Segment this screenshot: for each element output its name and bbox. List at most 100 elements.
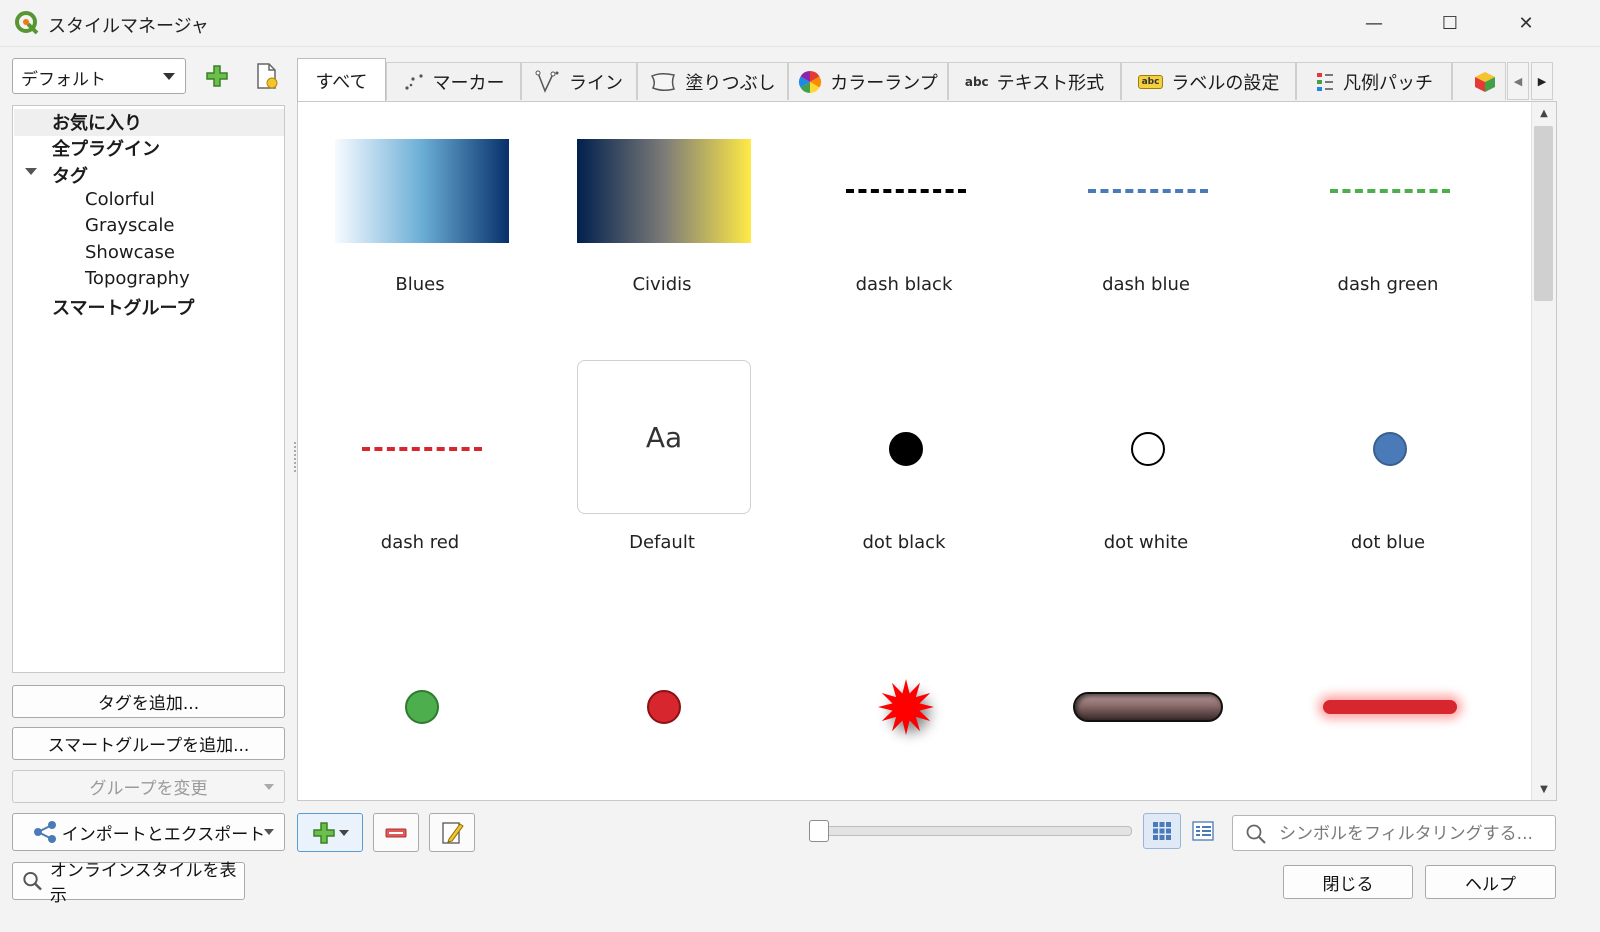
symbol-label: dash red <box>380 532 460 553</box>
symbol-item-effect-emboss[interactable]: effect emboss <box>1025 618 1267 801</box>
import-export-label: インポートとエクスポート <box>61 824 266 845</box>
icon-size-slider-track[interactable] <box>812 826 1132 836</box>
tab-all-label: すべて <box>315 71 368 93</box>
new-smart-group-icon[interactable] <box>254 62 280 90</box>
symbol-item-dot-red[interactable]: dot red <box>541 618 783 800</box>
chevron-down-icon <box>339 829 349 836</box>
add-group-icon[interactable] <box>204 63 230 89</box>
dash-line-swatch <box>1330 189 1450 193</box>
symbol-item-dot-blue[interactable]: dot blue <box>1267 360 1509 618</box>
tab-fill[interactable]: 塗りつぶし <box>637 62 788 100</box>
group-select[interactable]: デフォルト <box>12 58 186 94</box>
scrollbar-thumb[interactable] <box>1534 126 1553 301</box>
scroll-up-button[interactable]: ▲ <box>1532 102 1556 124</box>
dot-swatch <box>405 690 439 724</box>
symbol-label: Cividis <box>632 274 692 295</box>
modify-group-button[interactable]: グループを変更 <box>12 770 285 803</box>
chevron-down-icon <box>264 784 274 790</box>
symbol-label: effect neon <box>1267 800 1509 801</box>
list-view-toggle[interactable] <box>1185 813 1221 849</box>
symbol-preview <box>577 139 751 243</box>
symbol-preview <box>819 397 993 501</box>
list-view-icon <box>1192 821 1214 841</box>
import-export-button[interactable]: インポートとエクスポート <box>12 813 285 851</box>
dot-swatch <box>1373 432 1407 466</box>
vertical-scrollbar[interactable]: ▲ ▼ <box>1531 102 1556 800</box>
add-tag-label: タグを追加... <box>97 694 200 714</box>
symbol-type-tabs: すべて マーカー ライン 塗りつぶし カラーランプ abc テキスト形式 abc… <box>297 58 1557 102</box>
dash-line-swatch <box>1088 189 1208 193</box>
tree-item-tag-showcase[interactable]: Showcase <box>85 242 175 263</box>
tab-all[interactable]: すべて <box>297 58 386 102</box>
symbol-filter-input[interactable] <box>1277 822 1551 846</box>
tab-color-ramp[interactable]: カラーランプ <box>788 62 948 100</box>
tab-scroll-right-button[interactable]: ▶ <box>1531 62 1553 100</box>
symbol-label: dash green <box>1337 274 1439 295</box>
text-sample: Aa <box>645 420 683 454</box>
symbol-item-cividis[interactable]: Cividis <box>541 102 783 360</box>
symbol-preview <box>1061 397 1235 501</box>
symbol-item-dot-white[interactable]: dot white <box>1025 360 1267 618</box>
symbol-item-default[interactable]: Aa Default <box>541 360 783 618</box>
scroll-down-button[interactable]: ▼ <box>1532 778 1556 800</box>
tree-item-tag-grayscale[interactable]: Grayscale <box>85 215 174 236</box>
grid-view-icon <box>1153 822 1171 840</box>
symbol-preview <box>1303 139 1477 243</box>
tree-item-favorites[interactable]: お気に入り <box>52 109 142 135</box>
symbol-item-dot-green[interactable]: dot green <box>299 618 541 801</box>
window-title: スタイルマネージャ <box>48 16 209 37</box>
icon-view-toggle[interactable] <box>1143 813 1181 849</box>
symbol-item-dash-blue[interactable]: dash blue <box>1025 102 1267 360</box>
chevron-down-icon <box>264 829 274 835</box>
symbol-preview <box>819 655 993 759</box>
close-button[interactable]: 閉じる <box>1283 865 1413 899</box>
close-window-button[interactable]: ✕ <box>1498 0 1554 46</box>
symbol-item-dash-green[interactable]: dash green <box>1267 102 1509 360</box>
symbol-label: Default <box>629 532 695 553</box>
tree-item-tag-topography[interactable]: Topography <box>85 268 190 289</box>
symbol-item-dash-black[interactable]: dash black <box>783 102 1025 360</box>
symbol-label: effect drop shadow <box>783 800 1025 801</box>
expand-arrow-icon[interactable] <box>25 168 37 176</box>
add-tag-button[interactable]: タグを追加... <box>12 685 285 718</box>
dash-line-swatch <box>362 447 482 451</box>
tree-item-tags[interactable]: タグ <box>52 162 88 188</box>
edit-symbol-button[interactable] <box>429 813 475 852</box>
browse-online-styles-button[interactable]: オンラインスタイルを表示 <box>12 861 245 906</box>
tab-legend-patch[interactable]: 凡例パッチ <box>1296 62 1452 100</box>
tree-item-tag-colorful[interactable]: Colorful <box>85 189 155 210</box>
symbol-item-dash-red[interactable]: dash red <box>299 360 541 618</box>
tab-text-format[interactable]: abc テキスト形式 <box>948 62 1121 100</box>
symbol-filter-search <box>1232 815 1556 851</box>
tab-scroll-left-button[interactable]: ◀ <box>1507 62 1529 100</box>
remove-symbol-button[interactable] <box>373 813 419 852</box>
tree-item-all-plugins[interactable]: 全プラグイン <box>52 135 160 161</box>
help-button[interactable]: ヘルプ <box>1425 865 1556 899</box>
symbol-item-dot-black[interactable]: dot black <box>783 360 1025 618</box>
minimize-button[interactable]: — <box>1346 0 1402 46</box>
icon-size-slider-handle[interactable] <box>809 820 829 842</box>
symbol-label: dot black <box>862 532 946 553</box>
abc-text-icon: abc <box>964 74 989 89</box>
tab-line[interactable]: ライン <box>521 62 637 100</box>
tab-3d-symbol[interactable] <box>1452 62 1506 100</box>
symbol-item-effect-drop-shadow[interactable]: effect drop shadow <box>783 618 1025 801</box>
maximize-button[interactable]: ☐ <box>1422 0 1478 46</box>
symbol-label: effect emboss <box>1025 800 1267 801</box>
edit-icon <box>442 821 464 844</box>
tab-label-settings[interactable]: abc ラベルの設定 <box>1121 62 1296 100</box>
symbol-label: dash black <box>855 274 953 295</box>
tree-item-smart-groups[interactable]: スマートグループ <box>52 294 194 320</box>
tab-marker[interactable]: マーカー <box>386 62 521 100</box>
symbol-preview: Aa <box>577 360 751 514</box>
symbol-preview <box>1303 397 1477 501</box>
add-icon <box>313 821 335 844</box>
help-label: ヘルプ <box>1465 874 1516 895</box>
symbol-item-blues[interactable]: Blues <box>299 102 541 360</box>
search-icon <box>23 871 42 891</box>
add-smart-group-button[interactable]: スマートグループを追加... <box>12 727 285 760</box>
add-symbol-button[interactable] <box>297 813 363 852</box>
symbol-label: dot green <box>299 800 541 801</box>
symbol-item-effect-neon[interactable]: effect neon <box>1267 618 1509 801</box>
symbol-preview <box>577 655 751 759</box>
